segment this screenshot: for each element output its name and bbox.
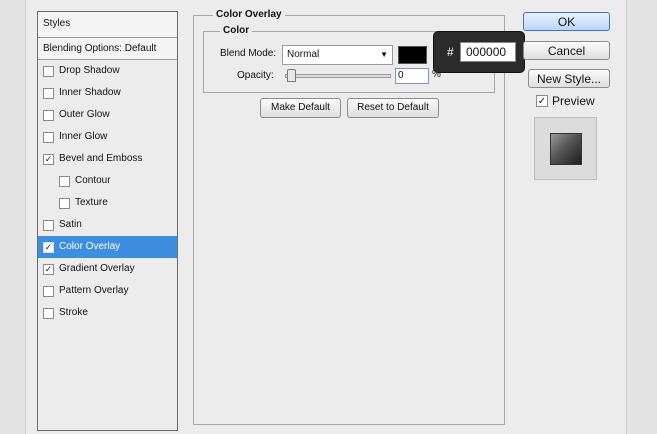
style-checkbox[interactable] [43,109,54,121]
blending-options-item[interactable]: Blending Options: Default [38,38,177,60]
right-edge [626,0,657,434]
style-item[interactable]: Stroke [38,302,177,324]
opacity-slider-track[interactable] [285,74,391,78]
style-checkbox[interactable]: ✓ [43,263,54,275]
style-item[interactable]: Drop Shadow [38,60,177,82]
chevron-down-icon: ▼ [380,50,388,59]
style-item-label: Inner Shadow [59,87,121,98]
style-checkbox[interactable] [43,307,54,319]
style-item-label: Pattern Overlay [59,285,129,296]
style-item[interactable]: Texture [38,192,177,214]
styles-header[interactable]: Styles [38,12,177,38]
reset-to-default-button[interactable]: Reset to Default [347,98,439,118]
make-default-button[interactable]: Make Default [260,98,341,118]
style-checkbox[interactable] [59,197,70,209]
style-checkbox[interactable] [43,285,54,297]
style-item[interactable]: Inner Glow [38,126,177,148]
style-item[interactable]: Inner Shadow [38,82,177,104]
style-item-label: Color Overlay [59,241,121,252]
style-item-label: Inner Glow [59,131,108,142]
style-item-label: Drop Shadow [59,65,120,76]
style-checkbox[interactable] [43,131,54,143]
style-item[interactable]: ✓ Bevel and Emboss [38,148,177,170]
color-subgroup-title: Color [220,25,253,36]
opacity-input[interactable]: 0 [395,68,429,84]
style-item[interactable]: Satin [38,214,177,236]
style-checkbox[interactable] [43,87,54,99]
color-overlay-title: Color Overlay [213,9,285,20]
hex-color-input[interactable]: 000000 [460,42,516,62]
style-list: Drop Shadow Inner Shadow Outer Glow Inner G… [38,60,177,324]
cancel-button[interactable]: Cancel [523,41,610,60]
ok-button[interactable]: OK [523,12,610,31]
style-checkbox[interactable]: ✓ [43,241,54,253]
style-checkbox[interactable] [43,65,54,77]
style-item[interactable]: Pattern Overlay [38,280,177,302]
hash-icon: # [447,45,454,59]
style-item-label: Stroke [59,307,88,318]
style-item[interactable]: ✓ Gradient Overlay [38,258,177,280]
style-checkbox[interactable] [43,219,54,231]
blend-mode-select[interactable]: Normal ▼ [282,45,393,65]
new-style-button[interactable]: New Style... [528,69,610,88]
style-item[interactable]: Contour [38,170,177,192]
styles-panel: Styles Blending Options: Default Drop Sh… [37,11,178,431]
style-item-label: Contour [75,175,111,186]
style-item-label: Texture [75,197,108,208]
blend-mode-value: Normal [287,49,320,60]
style-item-label: Satin [59,219,82,230]
style-item-label: Outer Glow [59,109,110,120]
opacity-slider-thumb[interactable] [287,69,296,82]
color-swatch[interactable] [398,46,427,64]
blend-mode-label: Blend Mode: [220,48,277,59]
style-item-label: Gradient Overlay [59,263,135,274]
left-edge [0,0,26,434]
style-checkbox[interactable] [59,175,70,187]
preview-checkbox[interactable]: ✓ [536,95,548,107]
style-checkbox[interactable]: ✓ [43,153,54,165]
style-item[interactable]: Outer Glow [38,104,177,126]
preview-thumbnail [550,133,582,165]
style-item[interactable]: ✓ Color Overlay [38,236,177,258]
style-item-label: Bevel and Emboss [59,153,143,164]
opacity-label: Opacity: [237,70,274,81]
preview-label: Preview [552,94,595,108]
